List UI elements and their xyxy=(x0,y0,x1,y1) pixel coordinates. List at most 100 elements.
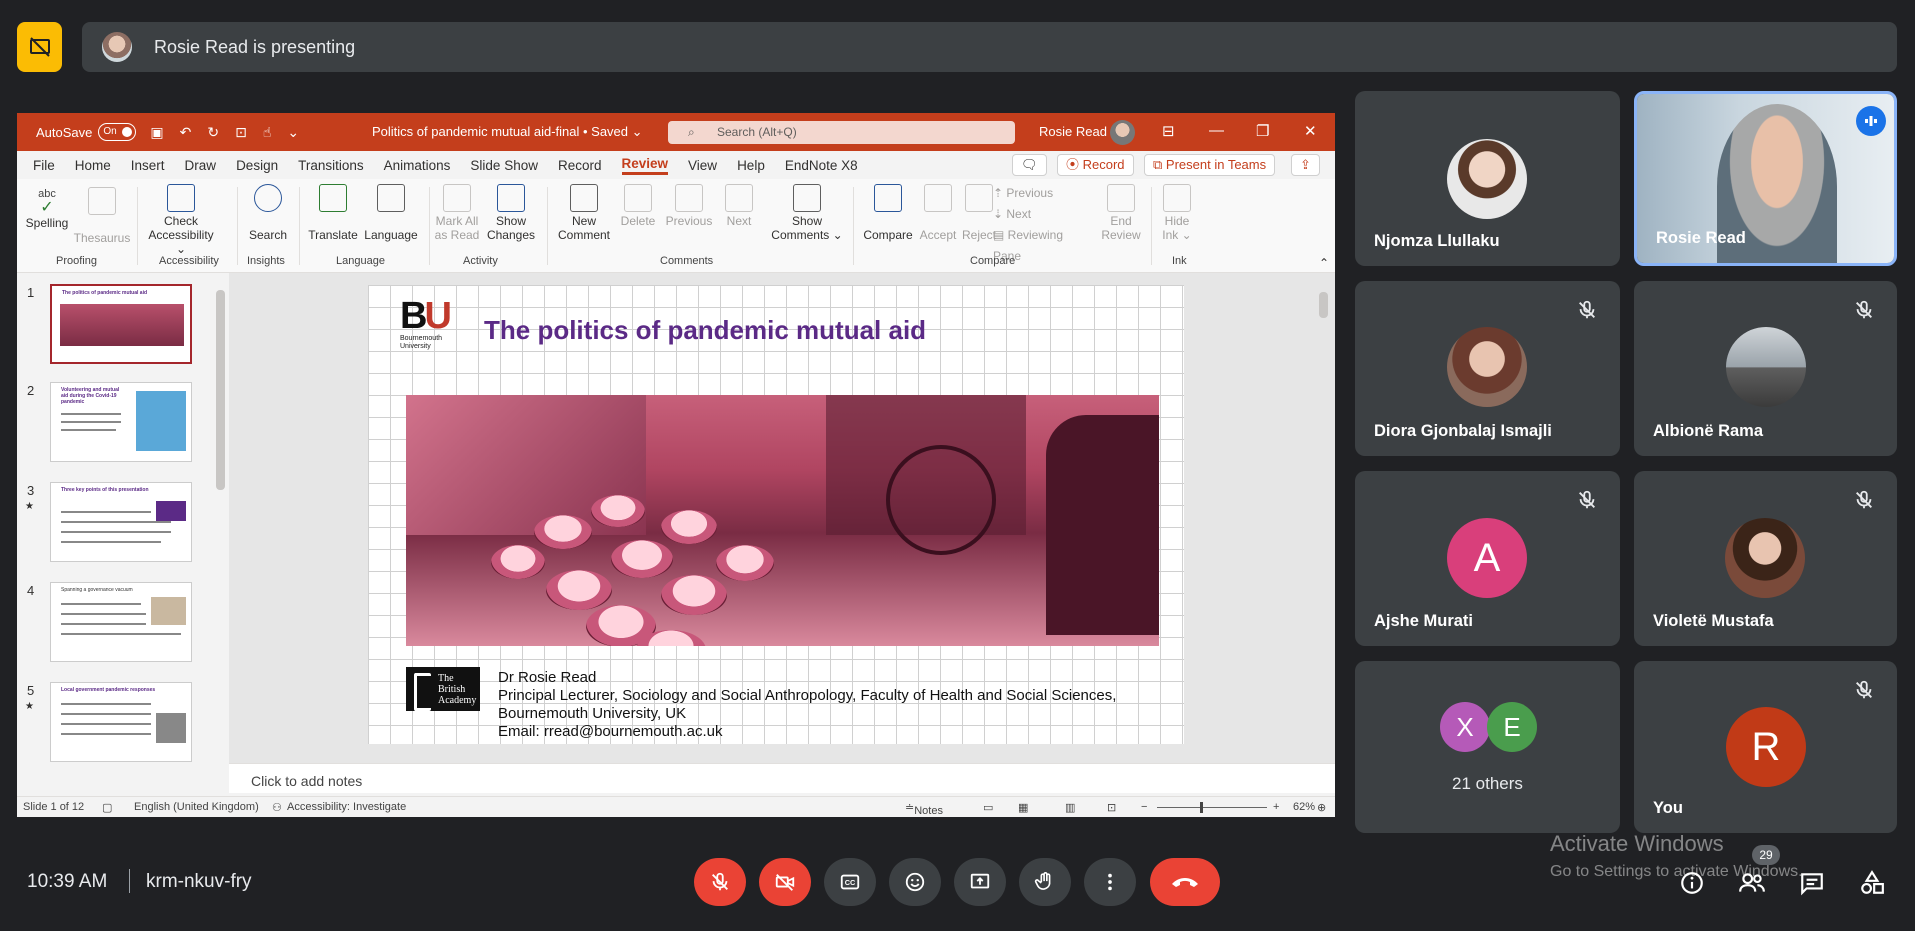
search-ribbon-button[interactable]: Search xyxy=(245,184,291,242)
next-comment-button[interactable]: Next xyxy=(717,184,761,228)
language-button[interactable]: Language xyxy=(361,184,421,242)
undo-icon[interactable]: ↶ xyxy=(180,124,192,141)
zoom-level[interactable]: 62% xyxy=(1293,801,1315,813)
ribbon-display-icon[interactable]: ⊟ xyxy=(1162,122,1175,140)
customize-icon[interactable]: ⌄ xyxy=(287,124,299,141)
zoom-in-icon[interactable]: + xyxy=(1273,801,1279,813)
notes-pane[interactable]: Click to add notes xyxy=(229,763,1335,793)
presentation-badge[interactable] xyxy=(17,22,62,72)
current-slide[interactable]: BU Bournemouth University The politics o… xyxy=(368,285,1184,744)
restore-icon[interactable]: ❐ xyxy=(1256,122,1269,140)
people-button[interactable] xyxy=(1736,867,1768,899)
slide-thumbnail-4[interactable]: Spanning a governance vacuum xyxy=(50,582,192,662)
touch-mode-icon[interactable]: ☝ xyxy=(263,124,272,141)
raise-hand-button[interactable] xyxy=(1019,858,1071,906)
end-review-button[interactable]: End Review xyxy=(1099,184,1143,242)
slide-thumbnail-1[interactable]: The politics of pandemic mutual aid xyxy=(50,284,192,364)
collapse-ribbon-icon[interactable]: ⌃ xyxy=(1319,256,1329,270)
participant-tile[interactable]: Njomza Llullaku xyxy=(1355,91,1620,266)
fit-slide-icon[interactable]: ⊕ xyxy=(1317,801,1326,814)
show-changes-button[interactable]: Show Changes xyxy=(483,184,539,242)
captions-button[interactable]: CC xyxy=(824,858,876,906)
new-comment-button[interactable]: New Comment xyxy=(553,184,615,242)
record-button[interactable]: ⦿ Record xyxy=(1057,154,1134,176)
tab-draw[interactable]: Draw xyxy=(185,158,217,173)
participant-tile[interactable]: A Ajshe Murati xyxy=(1355,471,1620,646)
others-tile[interactable]: X E 21 others xyxy=(1355,661,1620,833)
zoom-slider[interactable] xyxy=(1157,807,1267,808)
check-accessibility-button[interactable]: Check Accessibility ⌄ xyxy=(143,184,219,256)
present-icon[interactable]: ⊡ xyxy=(235,124,247,141)
tab-view[interactable]: View xyxy=(688,158,717,173)
spellcheck-icon[interactable]: ▢ xyxy=(102,801,112,814)
tab-endnote[interactable]: EndNote X8 xyxy=(785,158,858,173)
slide-thumbnail-3[interactable]: Three key points of this presentation xyxy=(50,482,192,562)
thumbnails-scrollbar[interactable] xyxy=(213,278,227,798)
autosave-toggle[interactable]: On xyxy=(98,123,137,141)
compare-button[interactable]: Compare xyxy=(859,184,917,242)
tab-record[interactable]: Record xyxy=(558,158,602,173)
next-change-button[interactable]: ⇣ Next xyxy=(993,207,1031,221)
tab-slide-show[interactable]: Slide Show xyxy=(470,158,538,173)
slide-thumbnail-5[interactable]: Local government pandemic responses xyxy=(50,682,192,762)
self-initial: R xyxy=(1751,724,1781,769)
comments-icon[interactable]: 🗨 xyxy=(1012,154,1047,176)
tab-review[interactable]: Review xyxy=(621,156,669,175)
search-box[interactable]: ⌕ Search (Alt+Q) xyxy=(668,121,1015,144)
minimize-icon[interactable]: — xyxy=(1209,122,1224,139)
self-tile[interactable]: R You xyxy=(1634,661,1897,833)
tab-insert[interactable]: Insert xyxy=(131,158,165,173)
notes-toggle[interactable]: ≐ Notes xyxy=(905,801,943,817)
language-status[interactable]: English (United Kingdom) xyxy=(134,801,259,813)
tab-file[interactable]: File xyxy=(33,158,55,173)
mark-all-as-read-button[interactable]: Mark All as Read xyxy=(431,184,483,242)
present-in-teams-button[interactable]: ⧉ Present in Teams xyxy=(1144,154,1276,176)
more-options-button[interactable] xyxy=(1084,858,1136,906)
activities-button[interactable] xyxy=(1856,867,1888,899)
review-ribbon: abc ✓ Spelling Thesaurus Proofing Check Ac… xyxy=(17,179,1335,273)
tab-design[interactable]: Design xyxy=(236,158,278,173)
tab-home[interactable]: Home xyxy=(75,158,111,173)
meeting-details-button[interactable] xyxy=(1676,867,1708,899)
participant-tile[interactable]: Diora Gjonbalaj Ismajli xyxy=(1355,281,1620,456)
tab-animations[interactable]: Animations xyxy=(384,158,451,173)
close-icon[interactable]: ✕ xyxy=(1304,122,1317,140)
reactions-button[interactable] xyxy=(889,858,941,906)
previous-comment-button[interactable]: Previous xyxy=(661,184,717,228)
delete-comment-button[interactable]: Delete xyxy=(615,184,661,228)
reading-view-icon[interactable]: ▥ xyxy=(1065,801,1075,814)
zoom-thumb[interactable] xyxy=(1200,802,1203,813)
participant-tile-active-speaker[interactable]: Rosie Read xyxy=(1634,91,1897,266)
slide-counter: Slide 1 of 12 xyxy=(23,801,85,813)
accessibility-status[interactable]: Accessibility: Investigate xyxy=(287,801,406,813)
thesaurus-button[interactable]: Thesaurus xyxy=(72,187,132,245)
slide-sorter-icon[interactable]: ▦ xyxy=(1018,801,1028,814)
slide-thumbnail-2[interactable]: Volunteering and mutual aid during the C… xyxy=(50,382,192,462)
hide-ink-button[interactable]: Hide Ink ⌄ xyxy=(1157,184,1197,242)
user-avatar[interactable] xyxy=(1110,120,1135,145)
user-name[interactable]: Rosie Read xyxy=(1039,124,1107,139)
tab-help[interactable]: Help xyxy=(737,158,765,173)
share-icon[interactable]: ⇪ xyxy=(1291,154,1320,176)
normal-view-icon[interactable]: ▭ xyxy=(983,801,993,814)
slideshow-view-icon[interactable]: ⊡ xyxy=(1107,801,1116,814)
accept-button[interactable]: Accept xyxy=(917,184,959,242)
spelling-button[interactable]: abc ✓ Spelling xyxy=(24,187,70,230)
show-comments-button[interactable]: Show Comments ⌄ xyxy=(767,184,847,242)
mic-toggle-button[interactable] xyxy=(694,858,746,906)
redo-icon[interactable]: ↻ xyxy=(207,124,219,141)
leave-call-button[interactable] xyxy=(1150,858,1220,906)
slide-scrollbar[interactable] xyxy=(1317,278,1331,738)
present-screen-button[interactable] xyxy=(954,858,1006,906)
participant-tile[interactable]: Violetë Mustafa xyxy=(1634,471,1897,646)
chat-button[interactable] xyxy=(1796,867,1828,899)
participant-tile[interactable]: Albionë Rama xyxy=(1634,281,1897,456)
other-initial: E xyxy=(1503,711,1521,742)
zoom-out-icon[interactable]: − xyxy=(1141,801,1147,813)
previous-change-button[interactable]: ⇡ Previous xyxy=(993,186,1053,200)
save-icon[interactable]: ▣ xyxy=(150,124,163,141)
document-title[interactable]: Politics of pandemic mutual aid-final • … xyxy=(372,124,643,140)
camera-toggle-button[interactable] xyxy=(759,858,811,906)
tab-transitions[interactable]: Transitions xyxy=(298,158,364,173)
translate-button[interactable]: Translate xyxy=(305,184,361,242)
